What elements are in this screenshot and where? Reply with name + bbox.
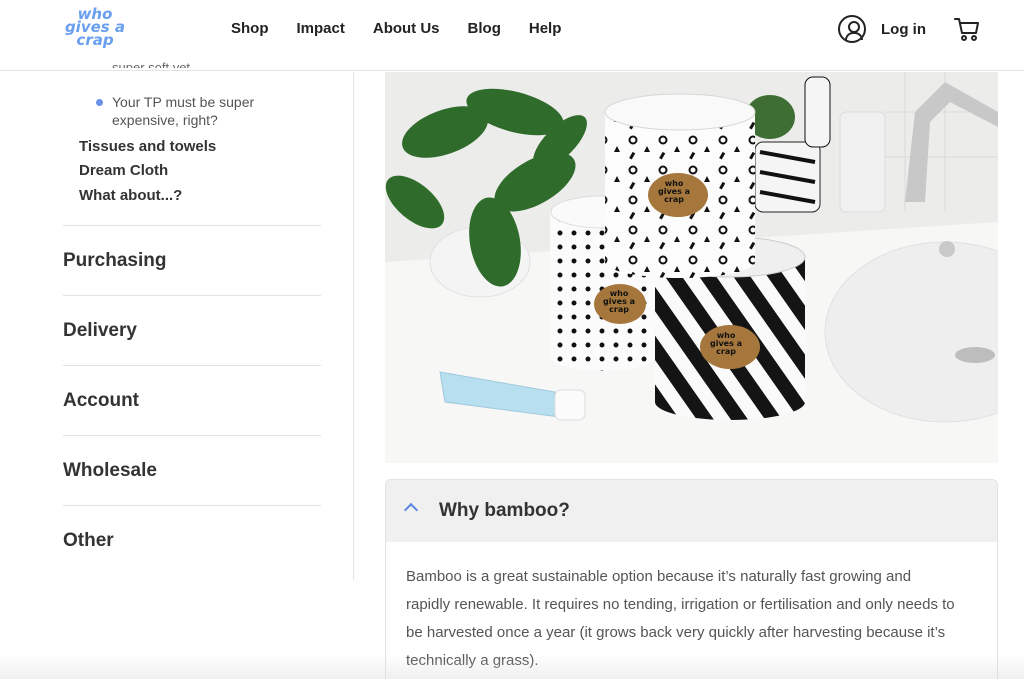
nav-help[interactable]: Help: [529, 20, 562, 37]
section-label: Account: [63, 390, 139, 411]
nav-shop[interactable]: Shop: [231, 20, 269, 37]
sidebar-section-delivery[interactable]: Delivery: [63, 295, 321, 365]
accordion-body: Bamboo is a great sustainable option bec…: [406, 568, 955, 669]
sidebar-section-wholesale[interactable]: Wholesale: [63, 435, 321, 505]
label-line: crap: [609, 305, 629, 314]
account-nav: Log in: [838, 15, 980, 43]
roll-label-top: who gives a crap: [658, 180, 690, 204]
cart-icon[interactable]: [954, 16, 980, 42]
faq-accordion: Why bamboo? Bamboo is a great sustainabl…: [385, 479, 998, 679]
roll-label-right: who gives a crap: [710, 332, 742, 356]
product-photo: who gives a crap who gives a crap who gi…: [385, 72, 998, 463]
section-label: Other: [63, 530, 114, 551]
accordion-header[interactable]: Why bamboo?: [386, 480, 997, 542]
sidebar-section-account[interactable]: Account: [63, 365, 321, 435]
cut-off-item[interactable]: super soft yet...: [112, 60, 201, 68]
nav-blog[interactable]: Blog: [468, 20, 501, 37]
login-link[interactable]: Log in: [881, 21, 926, 38]
sidebar-article-label: Your TP must be super expensive, right?: [112, 94, 255, 128]
roll-label-left: who gives a crap: [603, 290, 635, 314]
sidebar-link-dream-cloth[interactable]: Dream Cloth: [79, 162, 168, 179]
help-sidebar: super soft yet... Your TP must be super …: [0, 60, 354, 580]
bullet-dot-icon: [96, 99, 103, 106]
nav-about-us[interactable]: About Us: [373, 20, 440, 37]
user-icon[interactable]: [838, 15, 866, 43]
accordion-title: Why bamboo?: [439, 500, 570, 521]
brand-logo[interactable]: who gives a crap: [60, 7, 130, 56]
bamboo-toilet-paper-image: [385, 72, 998, 463]
section-label: Wholesale: [63, 460, 157, 481]
nav-impact[interactable]: Impact: [297, 20, 345, 37]
label-line: crap: [716, 347, 736, 356]
label-line: crap: [664, 195, 684, 204]
sidebar-link-what-about[interactable]: What about...?: [79, 187, 182, 204]
sidebar-article-link[interactable]: Your TP must be super expensive, right?: [96, 93, 296, 129]
sidebar-section-other[interactable]: Other: [63, 505, 321, 575]
section-label: Delivery: [63, 320, 137, 341]
section-label: Purchasing: [63, 250, 167, 271]
sidebar-section-purchasing[interactable]: Purchasing: [63, 225, 321, 295]
main-nav: Shop Impact About Us Blog Help: [231, 20, 589, 37]
chevron-up-icon: [403, 502, 419, 518]
sidebar-link-tissues-and-towels[interactable]: Tissues and towels: [79, 138, 216, 155]
